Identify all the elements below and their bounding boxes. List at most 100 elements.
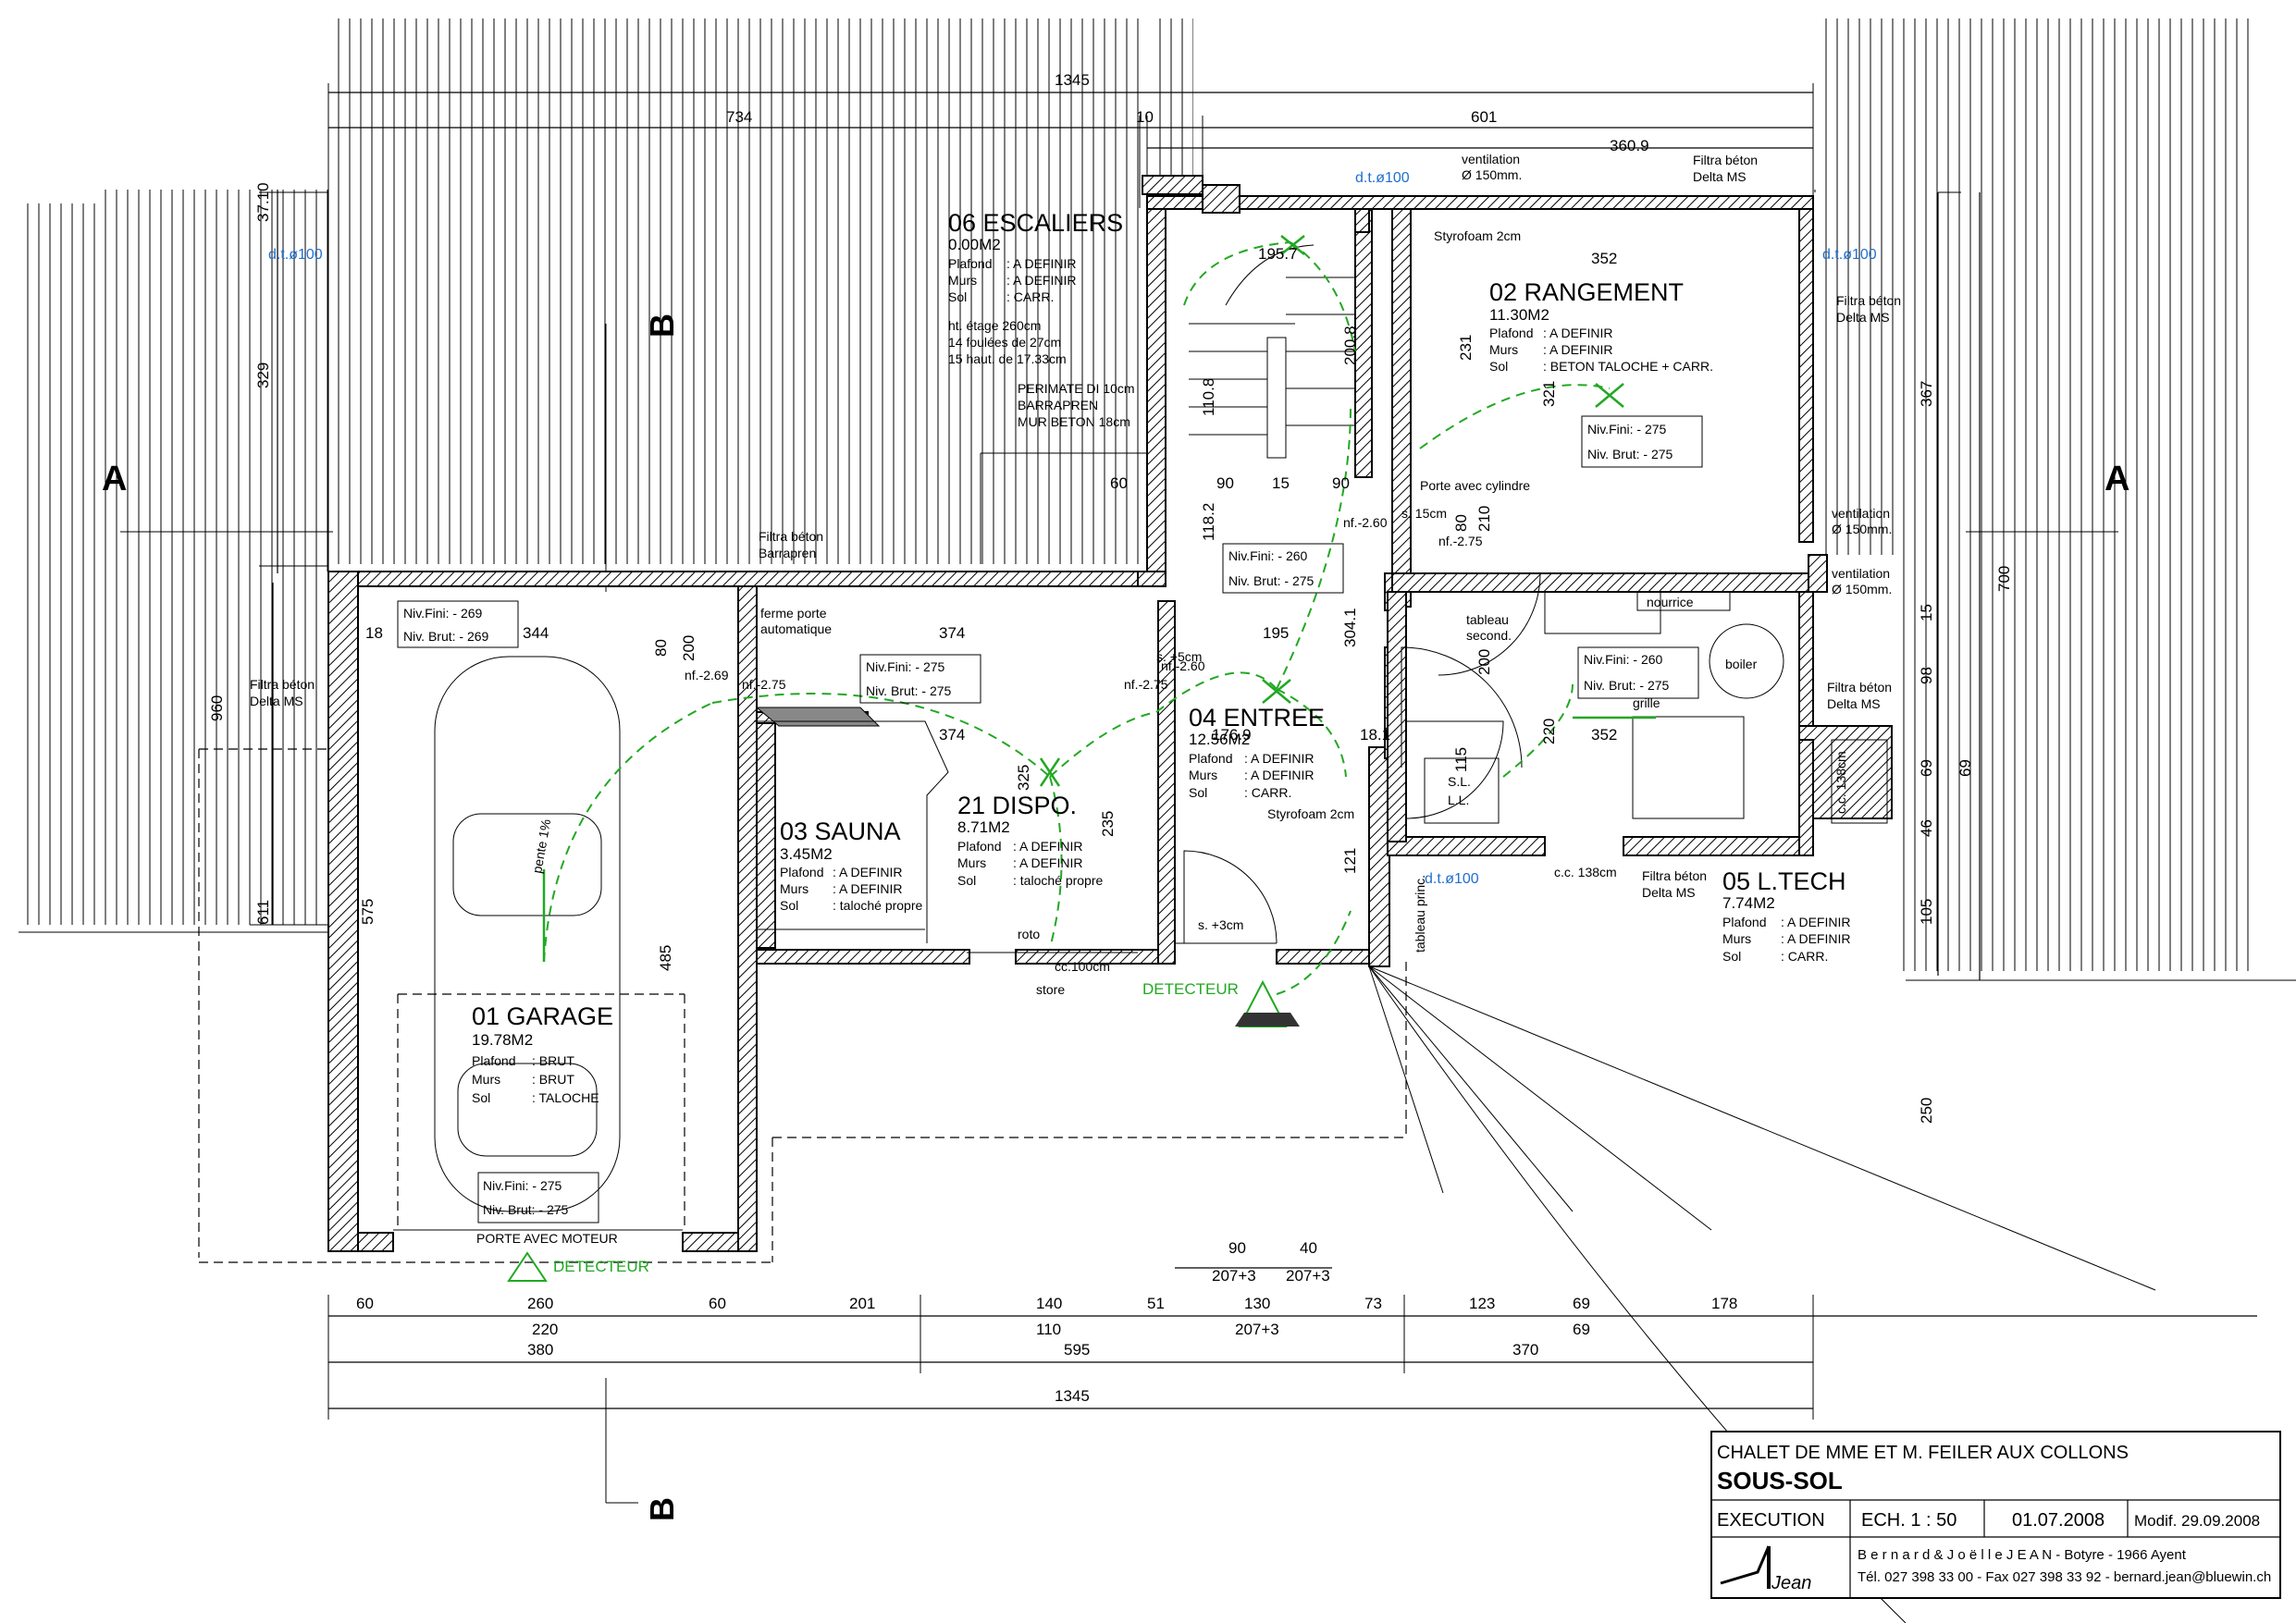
dim-bot-130: 130 — [1244, 1295, 1270, 1312]
section-b-top: B — [643, 314, 681, 338]
svg-text:Ø 150mm.: Ø 150mm. — [1832, 582, 1892, 596]
svg-text:DETECTEUR: DETECTEUR — [1142, 980, 1239, 998]
dim-in-115: 115 — [1452, 747, 1470, 772]
svg-text:: A DEFINIR: : A DEFINIR — [1543, 326, 1612, 340]
dim-bot-69b: 69 — [1573, 1321, 1590, 1338]
dim-bot-60b: 60 — [709, 1295, 726, 1312]
dim-in-15: 15 — [1272, 474, 1290, 492]
dim-in-200b: 200 — [1475, 649, 1493, 675]
svg-text:Murs: Murs — [1722, 931, 1751, 946]
dim-bot-140: 140 — [1036, 1295, 1062, 1312]
svg-text:Murs: Murs — [1489, 342, 1518, 357]
dim-bot-73: 73 — [1364, 1295, 1382, 1312]
svg-text:: A DEFINIR: : A DEFINIR — [1244, 751, 1314, 766]
room-area: 11.30M2 — [1489, 306, 1549, 324]
svg-text:BARRAPREN: BARRAPREN — [1018, 398, 1098, 412]
svg-text:nf.-2.60: nf.-2.60 — [1343, 515, 1388, 530]
svg-text:nourrice: nourrice — [1647, 595, 1694, 609]
svg-text:ventilation: ventilation — [1832, 566, 1890, 581]
room-area: 3.45M2 — [780, 845, 833, 863]
dim-in-344: 344 — [523, 624, 549, 642]
svg-text:Porte avec cylindre: Porte avec cylindre — [1420, 478, 1530, 493]
svg-text:nf.-2.60: nf.-2.60 — [1161, 658, 1205, 673]
dim-in-200a: 200 — [680, 635, 697, 661]
svg-text:nf.-2.75: nf.-2.75 — [742, 677, 786, 692]
svg-text:Sol: Sol — [780, 898, 798, 913]
level-brut: Niv. Brut: - 275 — [483, 1202, 569, 1217]
dim-in-18: 18 — [365, 624, 383, 642]
contact: Tél. 027 398 33 00 - Fax 027 398 33 92 -… — [1858, 1569, 2271, 1585]
svg-text:: BRUT: : BRUT — [532, 1053, 574, 1068]
dim-right-15: 15 — [1918, 604, 1935, 621]
modified: Modif. 29.09.2008 — [2134, 1512, 2260, 1530]
svg-text:Barrapren: Barrapren — [759, 546, 816, 560]
svg-text:: BETON TALOCHE + CARR.: : BETON TALOCHE + CARR. — [1543, 359, 1713, 374]
dim-right-700: 700 — [1995, 566, 2013, 592]
dim-bot-178: 178 — [1711, 1295, 1737, 1312]
svg-text:Murs: Murs — [948, 273, 977, 288]
dim-bot-370: 370 — [1512, 1341, 1538, 1359]
section-a-right: A — [2105, 460, 2129, 498]
svg-text:Sol: Sol — [1489, 359, 1508, 374]
room-title: 06 ESCALIERS — [948, 209, 1123, 237]
svg-text:s. 15cm: s. 15cm — [1401, 506, 1447, 521]
room-title: 03 SAUNA — [780, 818, 901, 845]
dim-right-250: 250 — [1918, 1098, 1935, 1124]
svg-text:L.L.: L.L. — [1448, 793, 1469, 807]
svg-text:Niv.Fini: - 269: Niv.Fini: - 269 — [403, 606, 483, 621]
dim-in-352a: 352 — [1591, 250, 1617, 267]
dim-right-69: 69 — [1918, 759, 1935, 777]
svg-text:Delta MS: Delta MS — [250, 694, 303, 708]
svg-text:Plafond: Plafond — [780, 865, 823, 879]
svg-text:Plafond: Plafond — [957, 839, 1001, 854]
dim-bot-90: 90 — [1228, 1239, 1246, 1257]
svg-text:: taloché propre: : taloché propre — [833, 898, 922, 913]
section-a-left: A — [102, 460, 127, 498]
svg-text:d.t.ø100: d.t.ø100 — [1355, 170, 1410, 186]
project-title: CHALET DE MME ET M. FEILER AUX COLLONS — [1717, 1443, 2129, 1463]
dim-bot-2073b: 207+3 — [1286, 1267, 1330, 1285]
dim-in-575: 575 — [359, 899, 376, 925]
room-title: 21 DISPO. — [957, 792, 1077, 819]
dim-top-3609: 360.9 — [1610, 137, 1649, 154]
svg-text:Filtra béton: Filtra béton — [1836, 293, 1901, 308]
dim-bot-380: 380 — [527, 1341, 553, 1359]
section-b-bottom: B — [643, 1497, 681, 1521]
svg-text:Niv. Brut: - 275: Niv. Brut: - 275 — [1584, 678, 1670, 693]
svg-text:Niv.Fini: - 260: Niv.Fini: - 260 — [1228, 548, 1308, 563]
svg-text:second.: second. — [1466, 628, 1512, 643]
svg-text:0.00M2: 0.00M2 — [948, 236, 1001, 253]
room-area: 19.78M2 — [472, 1031, 533, 1049]
svg-text:12.56M2: 12.56M2 — [1189, 731, 1250, 748]
svg-text:boiler: boiler — [1725, 657, 1758, 671]
svg-text:DETECTEUR: DETECTEUR — [553, 1258, 649, 1275]
room-title: 01 GARAGE — [472, 1002, 613, 1030]
svg-text:: TALOCHE: : TALOCHE — [532, 1090, 599, 1105]
svg-text:Niv. Brut: - 275: Niv. Brut: - 275 — [1228, 573, 1315, 588]
dim-left-611: 611 — [254, 900, 272, 925]
svg-text:Murs: Murs — [957, 855, 986, 870]
svg-text:ventilation: ventilation — [1462, 152, 1520, 166]
dim-bot-201: 201 — [849, 1295, 875, 1312]
svg-text:c.c. 138cm: c.c. 138cm — [1554, 865, 1617, 879]
dim-left-329: 329 — [254, 363, 272, 388]
svg-text:nf.-2.75: nf.-2.75 — [1438, 534, 1483, 548]
svg-text:8.71M2: 8.71M2 — [957, 818, 1010, 836]
dim-in-352b: 352 — [1591, 726, 1617, 744]
svg-text:Jean: Jean — [1771, 1573, 1811, 1593]
svg-text:: A DEFINIR: : A DEFINIR — [833, 881, 902, 896]
svg-text:tableau: tableau — [1466, 612, 1509, 627]
svg-text:roto: roto — [1018, 927, 1040, 941]
svg-text:c.c. 138cm: c.c. 138cm — [1833, 751, 1848, 814]
svg-text:nf.-2.69: nf.-2.69 — [685, 668, 729, 682]
dim-left-960: 960 — [208, 695, 226, 721]
svg-text:Delta MS: Delta MS — [1642, 885, 1696, 900]
svg-text:ventilation: ventilation — [1832, 506, 1890, 521]
svg-text:Styrofoam 2cm: Styrofoam 2cm — [1434, 228, 1521, 243]
svg-text:Ø 150mm.: Ø 150mm. — [1462, 167, 1522, 182]
dim-bot-40: 40 — [1300, 1239, 1317, 1257]
svg-text:PERIMATE DI 10cm: PERIMATE DI 10cm — [1018, 381, 1135, 396]
svg-text:Filtra béton: Filtra béton — [759, 529, 823, 544]
svg-text:Sol: Sol — [1722, 949, 1741, 964]
dim-right-98: 98 — [1918, 667, 1935, 684]
